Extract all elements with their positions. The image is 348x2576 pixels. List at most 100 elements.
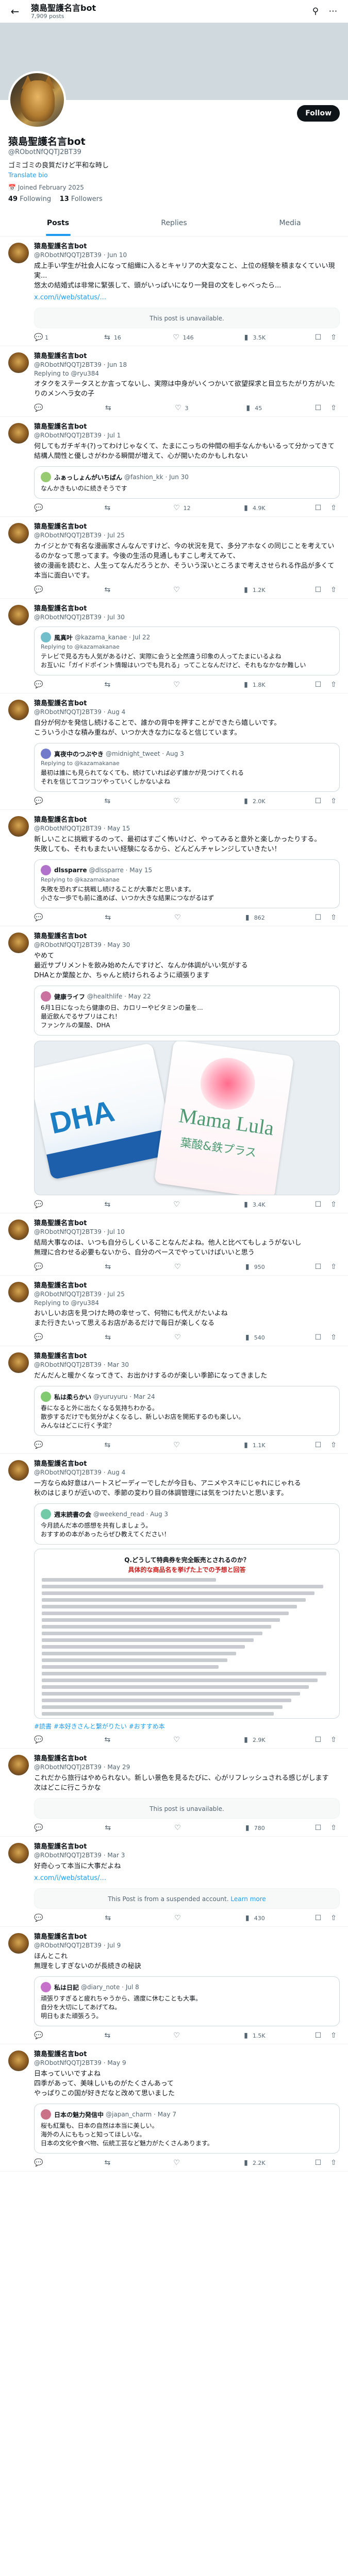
retweet-button[interactable]: ⇆	[104, 913, 124, 922]
reply-button[interactable]: 💬	[34, 1736, 55, 1744]
tweet-avatar[interactable]	[8, 1843, 29, 1863]
reply-button[interactable]: 💬	[34, 1333, 55, 1342]
tweet-author-name[interactable]: 猿島聖護名言bot	[34, 933, 87, 940]
bookmark-icon[interactable]: ☐	[314, 1263, 322, 1271]
bookmark-icon[interactable]: ☐	[314, 504, 322, 512]
reply-button[interactable]: 💬 1	[34, 333, 55, 342]
like-button[interactable]: ♡	[173, 2159, 193, 2167]
tweet-author-name[interactable]: 猿島聖護名言bot	[34, 1282, 87, 1290]
share-icon[interactable]: ⇧	[329, 913, 338, 922]
share-icon[interactable]: ⇧	[329, 404, 338, 412]
views-button[interactable]: ▮ 1.8K	[242, 681, 266, 689]
following-link[interactable]: 49 Following	[8, 195, 51, 203]
like-button[interactable]: ♡	[173, 1441, 193, 1449]
retweet-button[interactable]: ⇆ 16	[103, 333, 124, 342]
share-icon[interactable]: ⇧	[329, 1736, 338, 1744]
bookmark-icon[interactable]: ☐	[314, 797, 322, 805]
reply-button[interactable]: 💬	[34, 681, 55, 689]
bookmark-icon[interactable]: ☐	[314, 681, 322, 689]
quoted-tweet[interactable]: 健康ライフ @healthlife · May 22 6月1日になったら健康の日、カ…	[34, 986, 340, 1036]
views-button[interactable]: ▮ 430	[243, 1914, 265, 1922]
tweet-avatar[interactable]	[8, 933, 29, 953]
tweet-author-name[interactable]: 猿島聖護名言bot	[34, 816, 87, 824]
tweet-avatar[interactable]	[8, 1933, 29, 1954]
tweet-avatar[interactable]	[8, 523, 29, 544]
like-button[interactable]: ♡	[173, 1200, 193, 1209]
tweet-image[interactable]: DHA Mama Lula 葉酸&鉄プラス	[34, 1041, 340, 1195]
tweet[interactable]: 猿島聖護名言bot @RObotNfQQTJ2BT39 · May 9 日本っていい…	[0, 2044, 348, 2172]
share-icon[interactable]: ⇧	[329, 1914, 338, 1922]
tweet[interactable]: 猿島聖護名言bot @RObotNfQQTJ2BT39 · Jul 9 ほんとこれ …	[0, 1927, 348, 2044]
retweet-button[interactable]: ⇆	[103, 586, 124, 594]
views-button[interactable]: ▮ 950	[243, 1263, 265, 1271]
tweet-author-name[interactable]: 猿島聖護名言bot	[34, 1755, 87, 1762]
reply-button[interactable]: 💬	[34, 913, 55, 922]
learn-more-link[interactable]: Learn more	[230, 1895, 266, 1903]
share-icon[interactable]: ⇧	[329, 333, 338, 342]
quoted-tweet[interactable]: 私は日記 @diary_note · Jul 8 頑張りすぎると疲れちゃうから、適度…	[34, 1976, 340, 2026]
tweet-avatar[interactable]	[8, 1219, 29, 1240]
like-button[interactable]: ♡	[173, 1736, 193, 1744]
views-button[interactable]: ▮ 2.0K	[242, 797, 266, 805]
reply-button[interactable]: 💬	[34, 586, 55, 594]
tweet-avatar[interactable]	[8, 1352, 29, 1373]
tweet[interactable]: 猿島聖護名言bot @RObotNfQQTJ2BT39 · Jul 25 カイジとか…	[0, 517, 348, 599]
retweet-button[interactable]: ⇆	[104, 1824, 124, 1832]
quoted-tweet[interactable]: 私は柔らかい @yuruyuru · Mar 24 春になると外に出たくなる気持ちわ…	[34, 1386, 340, 1436]
bookmark-icon[interactable]: ☐	[314, 1200, 322, 1209]
bookmark-icon[interactable]: ☐	[314, 333, 322, 342]
tweet[interactable]: 猿島聖護名言bot @RObotNfQQTJ2BT39 · May 29 これだから…	[0, 1749, 348, 1837]
views-button[interactable]: ▮ 2.9K	[242, 1736, 266, 1744]
views-button[interactable]: ▮ 1.5K	[242, 2031, 266, 2040]
views-button[interactable]: ▮ 780	[243, 1824, 265, 1832]
like-button[interactable]: ♡ 12	[173, 504, 193, 512]
views-button[interactable]: ▮ 540	[243, 1333, 265, 1342]
tweet-avatar[interactable]	[8, 1755, 29, 1775]
retweet-button[interactable]: ⇆	[104, 1333, 124, 1342]
reply-button[interactable]: 💬	[34, 404, 55, 412]
retweet-button[interactable]: ⇆	[103, 504, 124, 512]
like-button[interactable]: ♡	[173, 797, 193, 805]
follow-button[interactable]: Follow	[297, 105, 340, 122]
like-button[interactable]: ♡	[174, 1824, 194, 1832]
tweet-author-name[interactable]: 猿島聖護名言bot	[34, 605, 87, 613]
share-icon[interactable]: ⇧	[329, 504, 338, 512]
share-icon[interactable]: ⇧	[329, 1200, 338, 1209]
reply-button[interactable]: 💬	[34, 797, 55, 805]
share-icon[interactable]: ⇧	[329, 1441, 338, 1449]
search-icon[interactable]: ⚲	[307, 3, 324, 20]
tweet[interactable]: 猿島聖護名言bot @RObotNfQQTJ2BT39 · Jun 10 成上手い学…	[0, 236, 348, 346]
bookmark-icon[interactable]: ☐	[314, 586, 322, 594]
reply-button[interactable]: 💬	[34, 1914, 55, 1922]
reply-button[interactable]: 💬	[34, 1824, 55, 1832]
tab-media[interactable]: Media	[232, 210, 348, 236]
bookmark-icon[interactable]: ☐	[314, 1914, 322, 1922]
tweet-link[interactable]: x.com/i/web/status/...	[34, 294, 106, 301]
bookmark-icon[interactable]: ☐	[314, 1333, 322, 1342]
tweet-author-name[interactable]: 猿島聖護名言bot	[34, 423, 87, 431]
retweet-button[interactable]: ⇆	[104, 1263, 124, 1271]
views-button[interactable]: ▮ 4.9K	[242, 504, 266, 512]
reply-to-label[interactable]: Replying to @ryu384	[34, 370, 340, 377]
tweet-avatar[interactable]	[8, 1282, 29, 1302]
share-icon[interactable]: ⇧	[329, 2031, 338, 2040]
back-arrow-icon[interactable]: ←	[6, 3, 24, 20]
tweet-avatar[interactable]	[8, 2050, 29, 2071]
like-button[interactable]: ♡	[173, 586, 193, 594]
share-icon[interactable]: ⇧	[329, 1333, 338, 1342]
like-button[interactable]: ♡	[174, 1333, 194, 1342]
tweet-avatar[interactable]	[8, 423, 29, 444]
quoted-tweet[interactable]: 風真叶 @kazama_kanae · Jul 22 Replying to @ka…	[34, 626, 340, 675]
views-button[interactable]: ▮ 3.5K	[242, 333, 266, 342]
tweet-author-name[interactable]: 猿島聖護名言bot	[34, 352, 87, 360]
retweet-button[interactable]: ⇆	[104, 1914, 124, 1922]
tab-replies[interactable]: Replies	[116, 210, 232, 236]
tweet[interactable]: 猿島聖護名言bot @RObotNfQQTJ2BT39 · Mar 30 だんだんと…	[0, 1346, 348, 1454]
tweet-avatar[interactable]	[8, 243, 29, 263]
quoted-tweet[interactable]: ふぁっしょんがいちばん @fashion_kk · Jun 30 なんかきもいのに続…	[34, 466, 340, 499]
tweet[interactable]: 猿島聖護名言bot @RObotNfQQTJ2BT39 · Aug 4 一方ならぬ好…	[0, 1454, 348, 1749]
views-button[interactable]: ▮ 45	[244, 404, 264, 412]
share-icon[interactable]: ⇧	[329, 1824, 338, 1832]
quoted-tweet[interactable]: 日本の魅力発信中 @japan_charm · May 7 桜も紅葉も、日本の自然は…	[34, 2104, 340, 2154]
share-icon[interactable]: ⇧	[329, 797, 338, 805]
